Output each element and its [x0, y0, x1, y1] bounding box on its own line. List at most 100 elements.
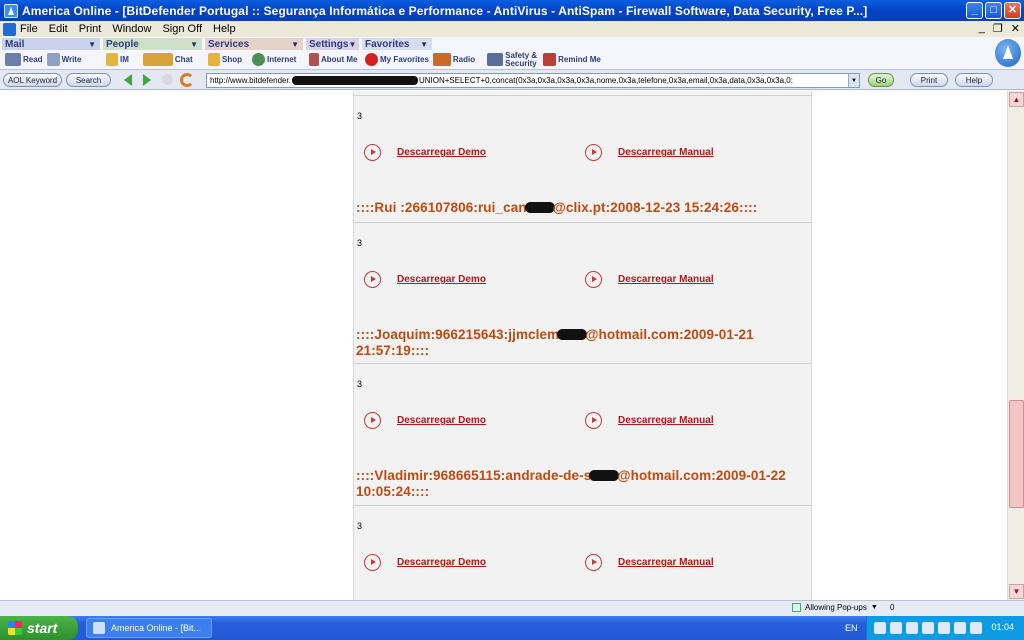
- people-dropdown[interactable]: People ▼: [103, 38, 202, 50]
- menu-bar: File Edit Print Window Sign Off Help _ ❐…: [0, 21, 1024, 37]
- scroll-thumb[interactable]: [1009, 400, 1024, 508]
- vertical-scrollbar[interactable]: ▲ ▼: [1007, 91, 1024, 600]
- settings-dropdown[interactable]: Settings ▼: [306, 38, 359, 50]
- download-demo-link[interactable]: Descarregar Demo: [364, 412, 486, 429]
- internet-button[interactable]: Internet: [252, 53, 296, 66]
- forward-arrow-icon[interactable]: [143, 74, 151, 86]
- mdi-minimize-button[interactable]: _: [979, 22, 985, 35]
- menu-print[interactable]: Print: [79, 23, 102, 35]
- popup-blocker-control[interactable]: Allowing Pop-ups ▼: [792, 603, 878, 612]
- write-button[interactable]: Write: [46, 53, 81, 66]
- remind-me-button[interactable]: Remind Me: [543, 53, 601, 66]
- my-favorites-button[interactable]: My Favorites: [365, 53, 429, 66]
- aol-menu-icon[interactable]: [3, 22, 16, 36]
- taskbar-item-aol[interactable]: America Online - [Bit...: [86, 618, 212, 638]
- services-group: Services ▼ Shop Internet: [205, 38, 303, 69]
- volume-icon[interactable]: [922, 622, 934, 634]
- services-dropdown[interactable]: Services ▼: [205, 38, 303, 50]
- divider: [354, 363, 811, 364]
- url-dropdown-icon[interactable]: ▼: [848, 74, 859, 87]
- im-button[interactable]: IM: [106, 53, 129, 66]
- keyboard-icon[interactable]: [874, 622, 886, 634]
- read-button[interactable]: Read: [5, 53, 43, 66]
- aol-logo-icon: [995, 39, 1021, 67]
- close-button[interactable]: ✕: [1004, 2, 1021, 19]
- mdi-close-button[interactable]: ✕: [1011, 22, 1020, 35]
- download-manual-link[interactable]: Descarregar Manual: [585, 554, 714, 571]
- menu-window[interactable]: Window: [112, 23, 151, 35]
- product-count: 3: [357, 521, 363, 531]
- about-me-button[interactable]: About Me: [309, 53, 357, 66]
- heart-icon: [365, 53, 378, 66]
- leaked-record: ::::Rui :266107806:rui_can @clix.pt:2008-…: [356, 200, 758, 215]
- mailbox-icon: [5, 53, 21, 66]
- download-manual-link[interactable]: Descarregar Manual: [585, 412, 714, 429]
- download-demo-link[interactable]: Descarregar Demo: [364, 144, 486, 161]
- url-input[interactable]: http://www.bitdefender. UNION+SELECT+0,c…: [206, 73, 860, 88]
- shop-button[interactable]: Shop: [208, 53, 242, 66]
- play-circle-icon: [585, 271, 602, 288]
- mdi-restore-button[interactable]: ❐: [993, 22, 1003, 35]
- menu-sign-off[interactable]: Sign Off: [162, 23, 202, 35]
- chat-people-icon: [142, 53, 173, 66]
- product-count: 3: [357, 238, 363, 248]
- play-circle-icon: [364, 271, 381, 288]
- reload-icon[interactable]: [180, 73, 194, 87]
- mail-dropdown[interactable]: Mail ▼: [2, 38, 100, 50]
- favorites-dropdown[interactable]: Favorites ▼: [362, 38, 432, 50]
- status-bar: Allowing Pop-ups ▼ 0: [0, 600, 1024, 616]
- popup-count: 0: [890, 603, 895, 612]
- globe-icon: [252, 53, 265, 66]
- shopping-bag-icon: [208, 53, 220, 66]
- stop-icon[interactable]: [162, 74, 173, 85]
- back-arrow-icon[interactable]: [124, 74, 132, 86]
- help-icon[interactable]: [890, 622, 902, 634]
- redaction-mark: [589, 470, 620, 481]
- start-button[interactable]: start: [0, 616, 78, 640]
- security-icon[interactable]: [938, 622, 950, 634]
- window-title: America Online - [BitDefender Portugal :…: [22, 3, 868, 18]
- minimize-button[interactable]: _: [966, 2, 983, 19]
- menu-help[interactable]: Help: [213, 23, 236, 35]
- safety-people-icon: [487, 53, 504, 66]
- aol-toolbar: Mail ▼ Read Write People ▼ IM Chat Service…: [0, 37, 1024, 70]
- product-count: 3: [357, 379, 363, 389]
- play-circle-icon: [364, 144, 381, 161]
- go-button[interactable]: Go: [868, 73, 894, 87]
- aol-keyword-button[interactable]: AOL Keyword: [3, 73, 62, 87]
- chevron-down-icon: ▼: [870, 604, 878, 611]
- search-button[interactable]: Search: [66, 73, 111, 87]
- play-circle-icon: [585, 554, 602, 571]
- popup-icon: [792, 603, 801, 612]
- download-manual-link[interactable]: Descarregar Manual: [585, 144, 714, 161]
- divider: [354, 222, 811, 223]
- menu-edit[interactable]: Edit: [49, 23, 68, 35]
- download-manual-link[interactable]: Descarregar Manual: [585, 271, 714, 288]
- safety-security-button[interactable]: Safety & Security: [487, 51, 539, 68]
- network-icon[interactable]: [906, 622, 918, 634]
- play-circle-icon: [585, 144, 602, 161]
- download-demo-link[interactable]: Descarregar Demo: [364, 271, 486, 288]
- language-indicator[interactable]: EN: [845, 623, 858, 633]
- pencil-icon: [46, 53, 60, 66]
- taskbar: start America Online - [Bit... EN 01:04: [0, 616, 1024, 640]
- content-panel: 3 Descarregar Demo Descarregar Manual ::…: [353, 91, 812, 600]
- product-count: 3: [357, 111, 363, 121]
- title-bar: America Online - [BitDefender Portugal :…: [0, 0, 1024, 21]
- leaked-record: ::::Vladimir:968665115:andrade-de-s @hotm…: [356, 468, 786, 499]
- maximize-button[interactable]: □: [985, 2, 1002, 19]
- help-button[interactable]: Help: [955, 73, 993, 87]
- aol-tray-icon[interactable]: [954, 622, 966, 634]
- menu-file[interactable]: File: [20, 23, 38, 35]
- play-circle-icon: [585, 412, 602, 429]
- aol-app-icon: [93, 622, 105, 634]
- print-button[interactable]: Print: [910, 73, 948, 87]
- scroll-up-button[interactable]: ▲: [1009, 92, 1024, 107]
- update-icon[interactable]: [970, 622, 982, 634]
- chat-button[interactable]: Chat: [142, 53, 193, 66]
- radio-button[interactable]: Radio: [432, 53, 475, 66]
- redaction-mark: [291, 76, 418, 85]
- download-demo-link[interactable]: Descarregar Demo: [364, 554, 486, 571]
- settings-group: Settings ▼ About Me: [306, 38, 359, 69]
- scroll-down-button[interactable]: ▼: [1009, 584, 1024, 599]
